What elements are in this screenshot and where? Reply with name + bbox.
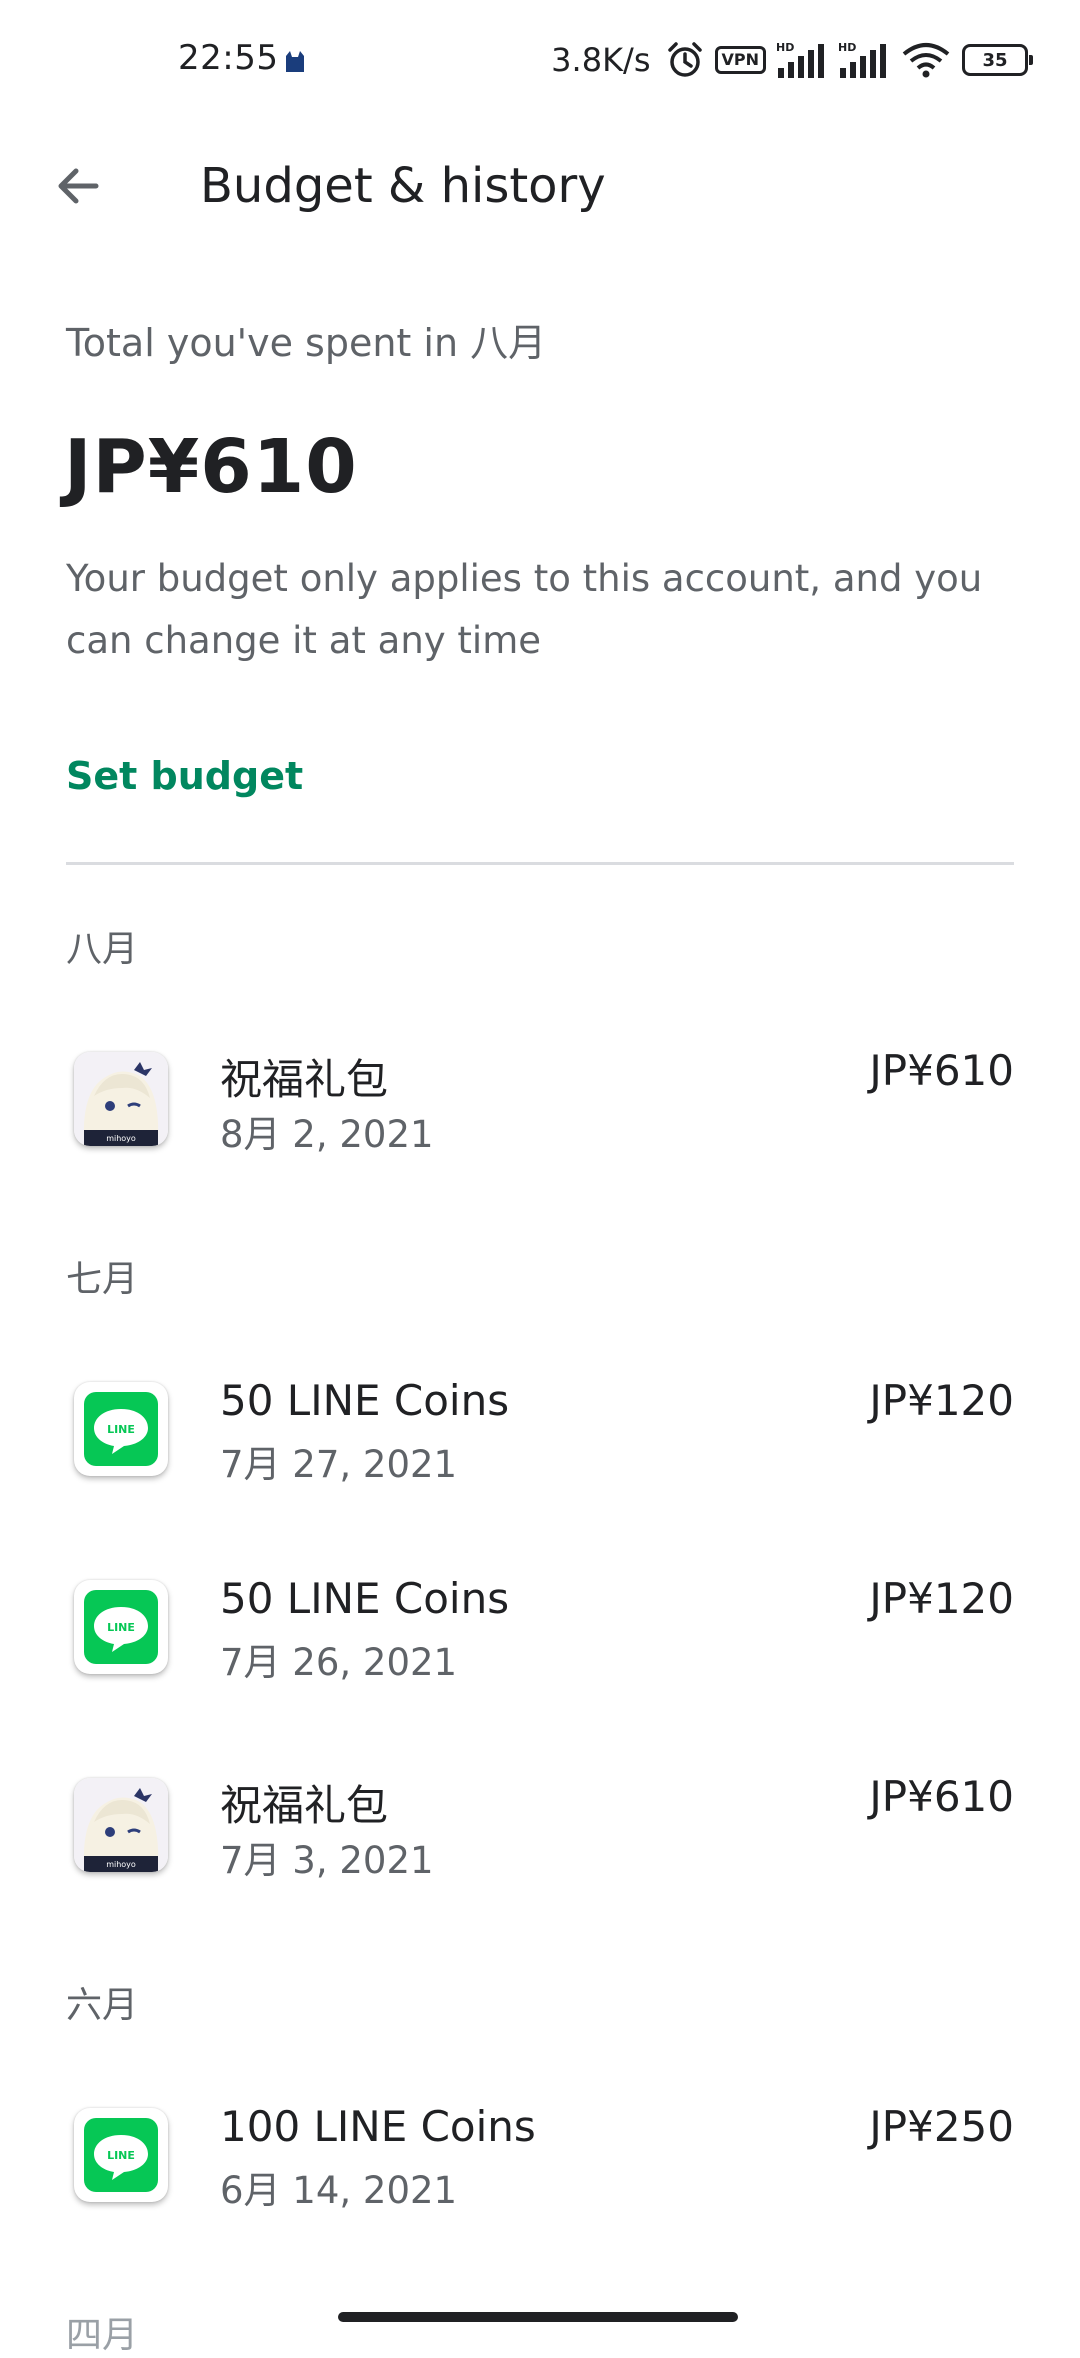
transaction-title: 100 LINE Coins — [220, 2102, 536, 2151]
transaction-row[interactable]: LINE 50 LINE Coins 7月 26, 2021 JP¥120 — [0, 1552, 1080, 1712]
divider — [66, 862, 1014, 865]
month-heading-april: 四月 — [66, 2315, 139, 2356]
wifi-icon — [902, 43, 950, 78]
svg-text:HD: HD — [776, 41, 794, 54]
transaction-amount: JP¥120 — [869, 1574, 1014, 1623]
vpn-icon: VPN — [714, 46, 766, 74]
svg-text:mihoyo: mihoyo — [106, 1134, 136, 1143]
svg-text:LINE: LINE — [107, 1621, 135, 1634]
spent-label: Total you've spent in 八月 — [66, 321, 547, 365]
transaction-title: 50 LINE Coins — [220, 1376, 510, 1425]
back-button[interactable] — [36, 144, 120, 228]
transaction-date: 8月 2, 2021 — [220, 1113, 434, 1156]
svg-text:LINE: LINE — [107, 2149, 135, 2162]
svg-text:LINE: LINE — [107, 1423, 135, 1436]
alarm-icon — [667, 42, 702, 77]
network-speed: 3.8K/s — [551, 41, 651, 79]
battery-level: 35 — [982, 49, 1008, 71]
battery-icon: 35 — [962, 44, 1033, 76]
genshin-app-icon: mihoyo — [74, 1778, 168, 1872]
transaction-row[interactable]: LINE 100 LINE Coins 6月 14, 2021 JP¥250 — [0, 2080, 1080, 2240]
transaction-row[interactable]: mihoyo 祝福礼包 7月 3, 2021 JP¥610 — [0, 1750, 1080, 1910]
transaction-title: 祝福礼包 — [220, 1055, 389, 1104]
page-title: Budget & history — [200, 158, 606, 214]
budget-description: Your budget only applies to this account… — [66, 557, 983, 662]
month-heading-august: 八月 — [66, 929, 139, 970]
transaction-row[interactable]: mihoyo 祝福礼包 8月 2, 2021 JP¥610 — [0, 1024, 1080, 1184]
svg-text:mihoyo: mihoyo — [106, 1860, 136, 1869]
set-budget-button[interactable]: Set budget — [66, 754, 303, 798]
spent-amount: JP¥610 — [64, 424, 358, 510]
signal-hd-2-icon: HD — [838, 41, 886, 78]
month-heading-july: 七月 — [66, 1259, 139, 1300]
month-heading-june: 六月 — [66, 1985, 139, 2026]
genshin-app-icon: mihoyo — [74, 1052, 168, 1146]
cat-notification-icon — [286, 51, 304, 72]
transaction-title: 祝福礼包 — [220, 1781, 389, 1830]
transaction-row[interactable]: LINE 50 LINE Coins 7月 27, 2021 JP¥120 — [0, 1354, 1080, 1514]
svg-text:HD: HD — [838, 41, 856, 54]
transaction-amount: JP¥610 — [869, 1772, 1014, 1821]
transaction-amount: JP¥120 — [869, 1376, 1014, 1425]
app-bar: Budget & history — [0, 124, 1080, 254]
transaction-title: 50 LINE Coins — [220, 1574, 510, 1623]
status-time: 22:55 — [178, 38, 279, 78]
arrow-back-icon — [58, 168, 99, 204]
transaction-date: 6月 14, 2021 — [220, 2169, 458, 2212]
signal-hd-1-icon: HD — [776, 41, 824, 78]
home-indicator[interactable] — [338, 2312, 738, 2322]
transaction-date: 7月 3, 2021 — [220, 1839, 434, 1882]
status-icons: 3.8K/s VPN HD HD 35 — [551, 36, 1033, 84]
transaction-date: 7月 26, 2021 — [220, 1641, 458, 1684]
line-app-icon: LINE — [74, 1580, 168, 1674]
transaction-amount: JP¥250 — [869, 2102, 1014, 2151]
transaction-amount: JP¥610 — [869, 1046, 1014, 1095]
line-app-icon: LINE — [74, 1382, 168, 1476]
transaction-date: 7月 27, 2021 — [220, 1443, 458, 1486]
line-app-icon: LINE — [74, 2108, 168, 2202]
status-bar: 22:55 3.8K/s VPN HD HD 35 — [0, 0, 1080, 124]
